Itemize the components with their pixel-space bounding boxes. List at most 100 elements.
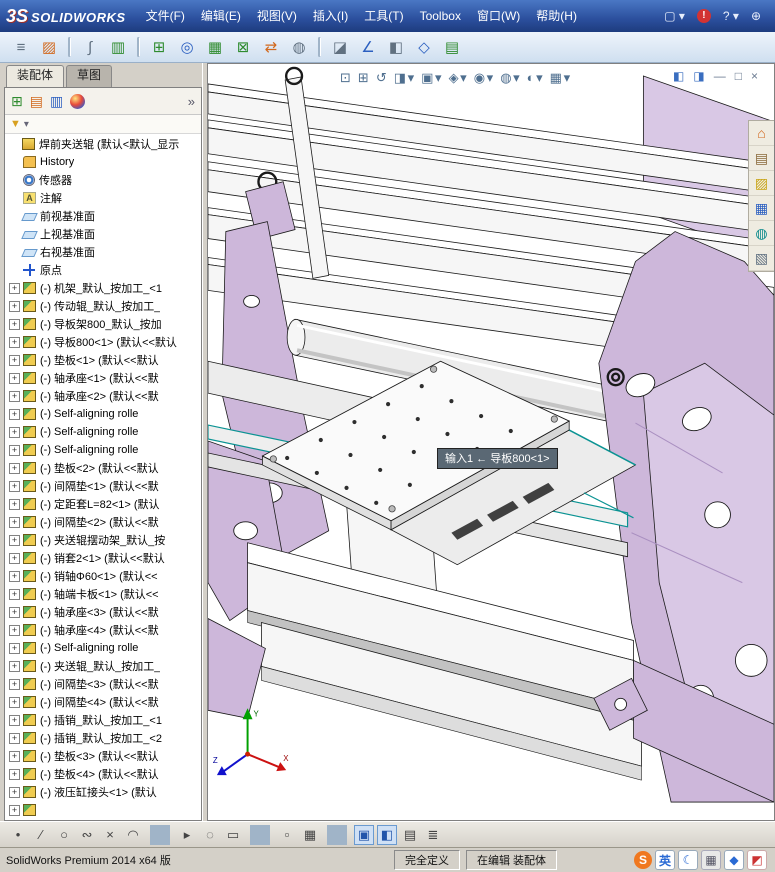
property-manager-icon[interactable]: ▤ bbox=[30, 93, 43, 110]
expand-toggle[interactable] bbox=[9, 265, 20, 276]
tree-item[interactable]: + (-) 插销_默认_按加工_<2 bbox=[5, 729, 201, 747]
attachment-icon[interactable]: ∫ bbox=[77, 34, 103, 60]
dimension-icon[interactable]: ≣ bbox=[423, 825, 443, 845]
tree-item[interactable]: + (-) 轴承座<4> (默认<<默 bbox=[5, 621, 201, 639]
bom-table-icon[interactable]: ▥ bbox=[105, 34, 131, 60]
expand-toggle[interactable]: + bbox=[9, 390, 20, 402]
select-icon[interactable]: ▸ bbox=[177, 825, 197, 845]
snap-icon[interactable]: ▫ bbox=[277, 825, 297, 845]
show-hidden-icon[interactable]: ◍ bbox=[286, 34, 312, 60]
tree-item[interactable]: + (-) Self-aligning rolle bbox=[5, 423, 201, 441]
expand-toggle[interactable]: + bbox=[9, 768, 20, 780]
tree-item[interactable]: + (-) 间隔垫<1> (默认<<默 bbox=[5, 477, 201, 495]
box-select-icon[interactable]: ▭ bbox=[223, 825, 243, 845]
spline-icon[interactable]: ∾ bbox=[77, 825, 97, 845]
menu-item[interactable]: Toolbox bbox=[412, 5, 469, 27]
feature-manager-icon[interactable]: ⊞ bbox=[11, 93, 23, 110]
tree-item[interactable]: + (-) 间隔垫<2> (默认<<默 bbox=[5, 513, 201, 531]
tree-item[interactable]: + (-) 定距套L=82<1> (默认 bbox=[5, 495, 201, 513]
tree-item[interactable]: + (-) 垫板<1> (默认<<默认 bbox=[5, 351, 201, 369]
menu-item[interactable]: 视图(V) bbox=[249, 5, 305, 27]
expand-toggle[interactable]: + bbox=[9, 498, 20, 510]
insert-component-icon[interactable]: ⊞ bbox=[146, 34, 172, 60]
menu-item[interactable]: 工具(T) bbox=[356, 5, 411, 27]
expand-toggle[interactable]: + bbox=[9, 426, 20, 438]
expand-toggle[interactable] bbox=[9, 247, 20, 258]
close-window-icon[interactable]: × bbox=[751, 69, 758, 83]
expand-toggle[interactable]: + bbox=[9, 516, 20, 528]
menu-item[interactable]: 文件(F) bbox=[138, 5, 193, 27]
model-3d[interactable]: Y X Z bbox=[208, 64, 774, 820]
toolbar-icon[interactable] bbox=[137, 37, 140, 57]
panel-chevron-icon[interactable]: » bbox=[188, 94, 195, 109]
tree-item[interactable]: 上视基准面 bbox=[5, 225, 201, 243]
menu-item[interactable]: 窗口(W) bbox=[469, 5, 528, 27]
tree-item[interactable]: + (-) 轴承座<1> (默认<<默 bbox=[5, 369, 201, 387]
alerts-icon[interactable]: ! bbox=[696, 9, 711, 23]
smart-fastener-icon[interactable]: ⊠ bbox=[230, 34, 256, 60]
sketch-tool-icon[interactable] bbox=[327, 824, 347, 845]
tree-item[interactable]: + (-) 轴承座<3> (默认<<默 bbox=[5, 603, 201, 621]
tree-item[interactable]: + (-) 销轴Φ60<1> (默认<< bbox=[5, 567, 201, 585]
file-explorer-icon[interactable]: ▨ bbox=[749, 171, 774, 196]
tree-item[interactable]: + (-) Self-aligning rolle bbox=[5, 405, 201, 423]
expand-toggle[interactable]: + bbox=[9, 696, 20, 708]
expand-toggle[interactable] bbox=[9, 193, 20, 204]
configuration-manager-icon[interactable]: ▥ bbox=[50, 93, 63, 110]
expand-toggle[interactable]: + bbox=[9, 606, 20, 618]
view-settings-icon[interactable]: ▦ ▾ bbox=[550, 70, 570, 86]
tree-item[interactable]: + (-) 导板架800_默认_按加 bbox=[5, 315, 201, 333]
resources-icon[interactable]: ⌂ bbox=[749, 121, 774, 146]
sketch-tool-icon[interactable] bbox=[250, 824, 270, 845]
tree-item[interactable]: + (-) 夹送辊摆动架_默认_按 bbox=[5, 531, 201, 549]
pane-display-icon[interactable]: ◧ bbox=[673, 69, 684, 83]
tree-item[interactable]: + (-) 销套2<1> (默认<<默认 bbox=[5, 549, 201, 567]
component-pattern-icon[interactable]: ▦ bbox=[202, 34, 228, 60]
assembly-features-icon[interactable]: ◪ bbox=[327, 34, 353, 60]
toolbar-icon[interactable] bbox=[318, 37, 321, 57]
zoom-area-icon[interactable]: ⊞ bbox=[358, 70, 369, 86]
table-icon[interactable]: ▤ bbox=[400, 825, 420, 845]
custom-properties-icon[interactable]: ▧ bbox=[749, 246, 774, 271]
tree-item[interactable]: + (-) Self-aligning rolle bbox=[5, 441, 201, 459]
display-manager-icon[interactable] bbox=[70, 93, 86, 109]
ime-tool-icon[interactable]: ◆ bbox=[724, 850, 744, 870]
expand-toggle[interactable]: + bbox=[9, 660, 20, 672]
expand-toggle[interactable]: + bbox=[9, 804, 20, 816]
tree-item[interactable]: + bbox=[5, 801, 201, 819]
point-icon[interactable]: • bbox=[8, 825, 28, 845]
design-library-icon[interactable]: ▤ bbox=[749, 146, 774, 171]
expand-toggle[interactable]: + bbox=[9, 300, 20, 312]
expand-toggle[interactable]: + bbox=[9, 372, 20, 384]
filter-caret-icon[interactable]: ▾ bbox=[24, 119, 29, 130]
previous-view-icon[interactable]: ↺ bbox=[376, 70, 387, 86]
expand-toggle[interactable] bbox=[9, 211, 20, 222]
apply-scene-icon[interactable]: ◐ ▾ bbox=[527, 70, 543, 86]
select-loop-icon[interactable]: ◌ bbox=[200, 825, 220, 845]
tree-item[interactable]: 注解 bbox=[5, 189, 201, 207]
expand-toggle[interactable]: + bbox=[9, 336, 20, 348]
tree-item[interactable]: + (-) 轴端卡板<1> (默认<< bbox=[5, 585, 201, 603]
help-menu-icon[interactable]: ? ▾ bbox=[723, 9, 739, 23]
ime-lang-icon[interactable]: 英 bbox=[655, 850, 675, 870]
expand-toggle[interactable]: + bbox=[9, 624, 20, 636]
view-palette-icon[interactable]: ▦ bbox=[749, 196, 774, 221]
ime-keyboard-icon[interactable]: ▦ bbox=[701, 850, 721, 870]
grid-icon[interactable]: ▦ bbox=[300, 825, 320, 845]
ime-moon-icon[interactable]: ☾ bbox=[678, 850, 698, 870]
line-icon[interactable]: ∕ bbox=[31, 825, 51, 845]
section-view-icon[interactable]: ◨ ▾ bbox=[394, 70, 414, 86]
tree-item[interactable]: + (-) 间隔垫<4> (默认<<默 bbox=[5, 693, 201, 711]
command-tab[interactable]: 草图 bbox=[66, 65, 113, 87]
arc-icon[interactable]: ◠ bbox=[123, 825, 143, 845]
view-orientation-icon[interactable]: ▣ ▾ bbox=[421, 70, 441, 86]
expand-toggle[interactable]: + bbox=[9, 444, 20, 456]
tree-item[interactable]: + (-) 插销_默认_按加工_<1 bbox=[5, 711, 201, 729]
expand-toggle[interactable]: + bbox=[9, 408, 20, 420]
restore-window-icon[interactable]: □ bbox=[735, 69, 742, 83]
expand-toggle[interactable]: + bbox=[9, 462, 20, 474]
menu-item[interactable]: 编辑(E) bbox=[193, 5, 249, 27]
trim-icon[interactable]: × bbox=[100, 825, 120, 845]
rapid-sketch-icon[interactable]: ◧ bbox=[377, 824, 397, 845]
menu-item[interactable]: 插入(I) bbox=[305, 5, 356, 27]
